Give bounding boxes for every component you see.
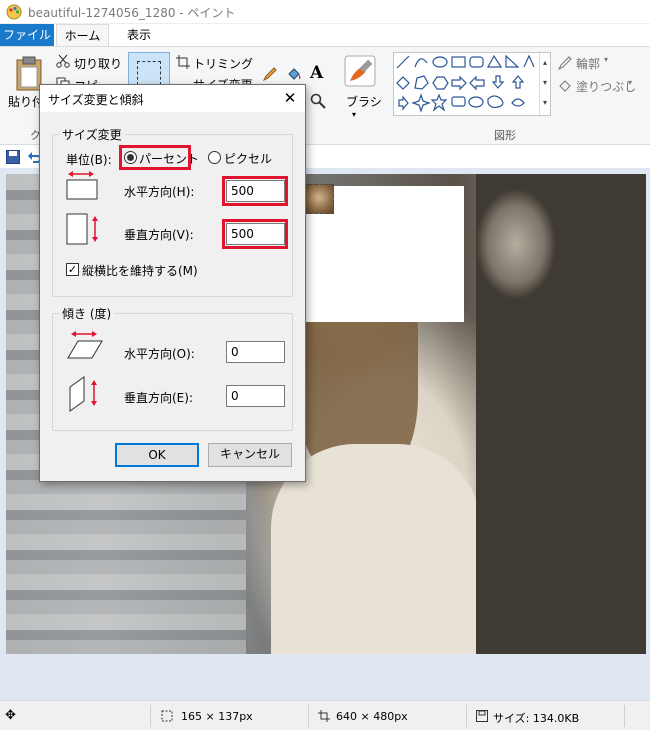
photo-rocks (476, 174, 646, 654)
shapes-gallery[interactable] (393, 52, 551, 116)
resize-group-title: サイズ変更 (59, 126, 125, 143)
close-icon[interactable]: ✕ (280, 88, 300, 108)
selection-thumbnail[interactable] (304, 184, 334, 214)
percent-radio[interactable] (124, 151, 137, 164)
outline-icon (557, 56, 572, 71)
shapes-group-label: 図形 (494, 129, 516, 142)
horizontal-label: 水平方向(H): (124, 185, 195, 199)
brush-icon[interactable] (344, 55, 376, 87)
skew-horizontal-label: 水平方向(O): (124, 347, 195, 361)
tab-view[interactable]: 表示 (115, 24, 163, 47)
status-separator (150, 705, 151, 727)
skew-horizontal-input[interactable]: 0 (226, 341, 285, 363)
vertical-skew-icon (69, 376, 97, 412)
horizontal-skew-icon (67, 331, 103, 359)
image-size-icon (318, 710, 330, 722)
ok-button[interactable]: OK (115, 443, 199, 467)
vertical-input[interactable]: 500 (226, 223, 285, 245)
cut-button[interactable]: 切り取り (74, 55, 122, 72)
status-separator (624, 705, 625, 727)
skew-vertical-label: 垂直方向(E): (124, 391, 193, 405)
fill-icon (559, 80, 571, 92)
shapes-icons (396, 54, 535, 113)
paint-app-icon (6, 4, 22, 20)
status-separator (466, 705, 467, 727)
image-size: 640 × 480px (336, 710, 408, 723)
keep-ratio-checkbox[interactable]: ✓ (66, 263, 79, 276)
outline-button[interactable]: 輪郭 (576, 55, 600, 72)
brushes-dropdown-icon[interactable]: ▾ (352, 110, 356, 119)
pencil-icon[interactable] (262, 66, 278, 82)
save-icon[interactable] (6, 150, 20, 164)
unit-label: 単位(B): (66, 153, 112, 167)
shapes-scroll[interactable]: ▴ ▾ ▾ (539, 53, 550, 115)
percent-label[interactable]: パーセント (139, 150, 199, 167)
keep-ratio-label[interactable]: 縦横比を維持する(M) (82, 262, 198, 279)
vertical-resize-icon (66, 213, 98, 245)
title-bar: beautiful-1274056_1280 - ペイント (0, 0, 650, 24)
vertical-label: 垂直方向(V): (124, 228, 194, 242)
crop-button[interactable]: トリミング (193, 55, 253, 72)
selection-size: 165 × 137px (181, 710, 253, 723)
tab-home[interactable]: ホーム (56, 24, 109, 47)
fill-dropdown-icon[interactable]: ▾ (628, 78, 632, 87)
skew-vertical-input[interactable]: 0 (226, 385, 285, 407)
resize-skew-dialog: サイズ変更と傾斜 ✕ サイズ変更 単位(B): パーセント ピクセル 水平方向(… (39, 84, 306, 482)
pixels-radio[interactable] (208, 151, 221, 164)
cursor-position-icon: ✥ (5, 708, 16, 723)
dialog-title-bar: サイズ変更と傾斜 ✕ (40, 85, 305, 112)
file-size: サイズ: 134.0KB (493, 712, 580, 725)
pixels-label[interactable]: ピクセル (224, 150, 272, 167)
tab-file[interactable]: ファイル (0, 24, 54, 47)
disk-icon (476, 710, 488, 722)
brushes-button[interactable]: ブラシ (346, 93, 382, 110)
skew-group-title: 傾き (度) (59, 305, 115, 322)
status-separator (308, 705, 309, 727)
magnifier-icon[interactable] (310, 93, 326, 109)
horizontal-input[interactable]: 500 (226, 180, 285, 202)
select-icon (137, 61, 161, 85)
cancel-button[interactable]: キャンセル (208, 443, 292, 467)
selection-size-icon (161, 710, 173, 722)
scissors-icon (56, 54, 70, 68)
dialog-title: サイズ変更と傾斜 (48, 93, 144, 107)
crop-icon (176, 55, 190, 69)
outline-dropdown-icon[interactable]: ▾ (604, 55, 608, 64)
window-title: beautiful-1274056_1280 - ペイント (28, 6, 236, 20)
ribbon-tabs: ファイル ホーム 表示 (0, 24, 650, 47)
fill-bucket-icon[interactable] (286, 66, 302, 82)
horizontal-resize-icon (66, 171, 98, 200)
text-tool-icon[interactable]: A (310, 63, 323, 83)
status-bar: ✥ 165 × 137px 640 × 480px サイズ: 134.0KB (0, 700, 650, 730)
